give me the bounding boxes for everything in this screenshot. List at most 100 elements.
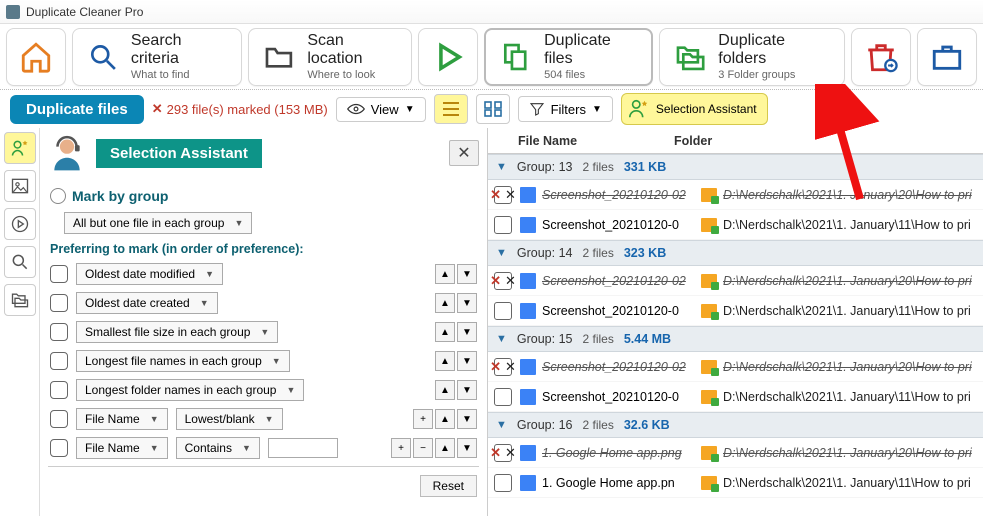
col-folder[interactable]: Folder [674, 134, 983, 148]
group-size: 323 KB [624, 246, 666, 260]
pref-checkbox[interactable] [50, 323, 68, 341]
folder-path: D:\Nerdschalk\2021\1. January\11\How to … [723, 390, 977, 404]
move-down-button[interactable]: ▼ [457, 264, 477, 284]
file-row[interactable]: 1. Google Home app.png D:\Nerdschalk\202… [488, 438, 983, 468]
reset-button[interactable]: Reset [420, 475, 477, 497]
assistant-heading: Selection Assistant [96, 139, 262, 168]
mark-checkbox[interactable] [494, 272, 512, 290]
filename-contains-input[interactable] [268, 438, 338, 458]
sidetab-image[interactable] [4, 170, 36, 202]
mark-checkbox[interactable] [494, 444, 512, 462]
view-dropdown[interactable]: View ▼ [336, 97, 426, 122]
move-down-button[interactable]: ▼ [457, 351, 477, 371]
group-size: 5.44 MB [624, 332, 671, 346]
move-up-button[interactable]: ▲ [435, 322, 455, 342]
move-down-button[interactable]: ▼ [457, 293, 477, 313]
mark-checkbox[interactable] [494, 186, 512, 204]
chevron-down-icon: ▼ [405, 104, 415, 115]
group-header[interactable]: ▼ Group: 16 2 files 32.6 KB [488, 412, 983, 438]
nav-run-scan[interactable] [418, 28, 478, 86]
sidetab-folders[interactable] [4, 284, 36, 316]
folder-path: D:\Nerdschalk\2021\1. January\20\How to … [723, 274, 977, 288]
pref-checkbox[interactable] [50, 381, 68, 399]
folder-path: D:\Nerdschalk\2021\1. January\11\How to … [723, 218, 977, 232]
magnifier-icon [87, 40, 119, 74]
mark-checkbox[interactable] [494, 388, 512, 406]
file-row[interactable]: Screenshot_20210120-02 D:\Nerdschalk\202… [488, 352, 983, 382]
pref-checkbox[interactable] [50, 294, 68, 312]
move-up-button[interactable]: ▲ [435, 293, 455, 313]
move-down-button[interactable]: ▼ [457, 438, 477, 458]
pref-rule-dropdown[interactable]: Oldest date created [76, 292, 218, 314]
sidetab-selection-assistant[interactable] [4, 132, 36, 164]
file-row[interactable]: 1. Google Home app.pn D:\Nerdschalk\2021… [488, 468, 983, 498]
pref-checkbox[interactable] [50, 265, 68, 283]
mark-checkbox[interactable] [494, 302, 512, 320]
pref-rule-dropdown[interactable]: Smallest file size in each group [76, 321, 278, 343]
file-row[interactable]: Screenshot_20210120-0 D:\Nerdschalk\2021… [488, 296, 983, 326]
group-header[interactable]: ▼ Group: 13 2 files 331 KB [488, 154, 983, 180]
group-count: 2 files [582, 332, 613, 346]
move-down-button[interactable]: ▼ [457, 380, 477, 400]
nav-duplicate-folders[interactable]: Duplicate folders3 Folder groups [659, 28, 845, 86]
nav-search-title: Search criteria [131, 32, 228, 68]
move-up-button[interactable]: ▲ [435, 438, 455, 458]
image-icon [10, 176, 30, 196]
close-assistant-button[interactable]: ✕ [449, 140, 479, 166]
move-up-button[interactable]: ▲ [435, 351, 455, 371]
group-name: Group: 14 [517, 246, 573, 260]
pref-header: Preferring to mark (in order of preferen… [50, 242, 477, 256]
sidetab-search[interactable] [4, 246, 36, 278]
pref-rule-dropdown[interactable]: Oldest date modified [76, 263, 223, 285]
selection-assistant-button[interactable]: Selection Assistant [621, 93, 768, 125]
move-up-button[interactable]: ▲ [435, 380, 455, 400]
add-rule-button[interactable]: + [413, 409, 433, 429]
mark-checkbox[interactable] [494, 216, 512, 234]
person-star-icon [628, 98, 650, 120]
pref-checkbox[interactable] [50, 439, 68, 457]
folder-path: D:\Nerdschalk\2021\1. January\20\How to … [723, 360, 977, 374]
agent-icon [48, 134, 86, 172]
mark-checkbox[interactable] [494, 358, 512, 376]
mark-checkbox[interactable] [494, 474, 512, 492]
pref-checkbox[interactable] [50, 410, 68, 428]
filename-field-dropdown[interactable]: File Name [76, 437, 168, 459]
nav-tools[interactable] [917, 28, 977, 86]
nav-scan-location[interactable]: Scan locationWhere to look [248, 28, 412, 86]
add-rule-button[interactable]: + [391, 438, 411, 458]
filename-field-dropdown[interactable]: File Name [76, 408, 168, 430]
nav-scan-title: Scan location [307, 32, 397, 68]
nav-home[interactable] [6, 28, 66, 86]
file-row[interactable]: Screenshot_20210120-0 D:\Nerdschalk\2021… [488, 382, 983, 412]
file-row[interactable]: Screenshot_20210120-02 D:\Nerdschalk\202… [488, 180, 983, 210]
filename-mode-dropdown[interactable]: Contains [176, 437, 260, 459]
nav-duplicate-files[interactable]: Duplicate files504 files [484, 28, 653, 86]
move-down-button[interactable]: ▼ [457, 322, 477, 342]
list-icon [441, 100, 461, 118]
group-header[interactable]: ▼ Group: 15 2 files 5.44 MB [488, 326, 983, 352]
layout-grid-button[interactable] [476, 94, 510, 124]
pref-rule-dropdown[interactable]: Longest folder names in each group [76, 379, 304, 401]
file-row[interactable]: Screenshot_20210120-02 D:\Nerdschalk\202… [488, 266, 983, 296]
nav-search-criteria[interactable]: Search criteriaWhat to find [72, 28, 242, 86]
move-up-button[interactable]: ▲ [435, 409, 455, 429]
folders-icon [10, 290, 30, 310]
section-mark-by-group[interactable]: Mark by group [50, 188, 477, 204]
filename-mode-dropdown[interactable]: Lowest/blank [176, 408, 283, 430]
group-header[interactable]: ▼ Group: 14 2 files 323 KB [488, 240, 983, 266]
selection-assistant-label: Selection Assistant [656, 102, 757, 116]
col-filename[interactable]: File Name [514, 134, 674, 148]
remove-rule-button[interactable]: − [413, 438, 433, 458]
sidetab-play[interactable] [4, 208, 36, 240]
layout-list-button[interactable] [434, 94, 468, 124]
pref-rule-dropdown[interactable]: Longest file names in each group [76, 350, 290, 372]
move-down-button[interactable]: ▼ [457, 409, 477, 429]
move-up-button[interactable]: ▲ [435, 264, 455, 284]
nav-delete[interactable] [851, 28, 911, 86]
group-name: Group: 16 [517, 418, 573, 432]
file-name: 1. Google Home app.pn [542, 476, 697, 490]
group-rule-dropdown[interactable]: All but one file in each group [64, 212, 252, 234]
pref-checkbox[interactable] [50, 352, 68, 370]
file-row[interactable]: Screenshot_20210120-0 D:\Nerdschalk\2021… [488, 210, 983, 240]
filters-dropdown[interactable]: Filters ▼ [518, 96, 613, 122]
